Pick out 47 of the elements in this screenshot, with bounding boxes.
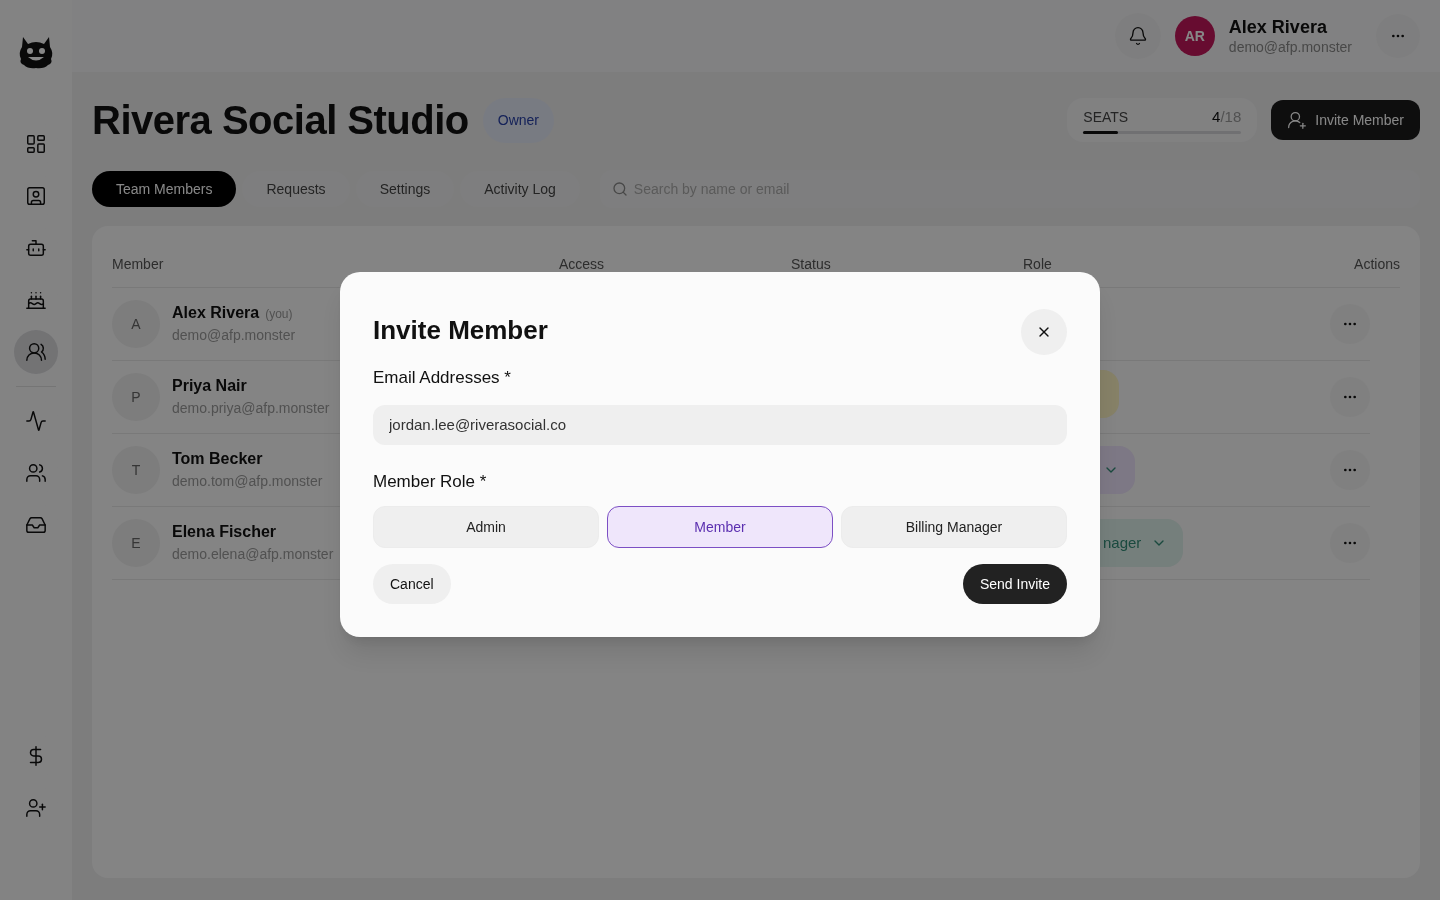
cancel-button[interactable]: Cancel [373,564,451,604]
team-icon [25,341,47,363]
dialog-title: Invite Member [373,313,548,347]
member-avatar: A [112,300,160,348]
column-header: Member [112,255,165,274]
member-name: Priya Nair [172,376,247,397]
bell-icon [1127,26,1148,46]
user-avatar[interactable]: AR [1174,16,1215,56]
cake-icon [25,289,47,311]
dashboard-icon [25,133,47,155]
role-option[interactable]: Admin [373,506,599,548]
user-add-icon [1287,110,1308,130]
bot-icon [25,237,47,259]
activity-icon [25,410,47,432]
role-tag: Owner [482,97,554,143]
close-button[interactable] [1021,309,1067,355]
column-header: Access [559,255,606,274]
member-avatar: T [112,446,160,494]
user-name: Alex Rivera [1228,16,1328,39]
user-plus-icon [25,797,47,819]
member-name: Tom Becker [172,449,263,470]
member-name: Elena Fischer [172,522,277,543]
member-avatar: E [112,519,160,567]
seats-count: 4/18 [1212,106,1242,127]
contact-icon [25,185,47,207]
send-invite-button[interactable]: Send Invite [962,564,1067,604]
tab[interactable]: Team Members [92,171,237,207]
field-label: Member Role * [373,470,488,493]
seats-label: SEATS [1083,108,1129,128]
inbox-icon [25,514,47,536]
column-header: Role [1023,255,1053,274]
column-header: Status [791,255,832,274]
member-avatar: P [112,373,160,421]
user-email: demo@afp.monster [1228,38,1352,56]
column-header: Actions [1354,255,1400,274]
users-icon [25,462,47,484]
invite-member-button[interactable]: Invite Member [1271,100,1420,140]
member-name: Alex Rivera [172,303,260,324]
role-label: nager [1103,532,1142,553]
logo-icon [18,35,54,69]
sidebar-item[interactable] [14,330,58,374]
role-option[interactable]: Member [607,506,833,548]
search-icon [611,181,628,197]
page-title: Rivera Social Studio [92,97,469,144]
role-option[interactable]: Billing Manager [841,506,1067,548]
field-label: Email Addresses * [373,367,512,389]
email-input[interactable]: jordan.lee@riverasocial.co [373,404,1067,445]
